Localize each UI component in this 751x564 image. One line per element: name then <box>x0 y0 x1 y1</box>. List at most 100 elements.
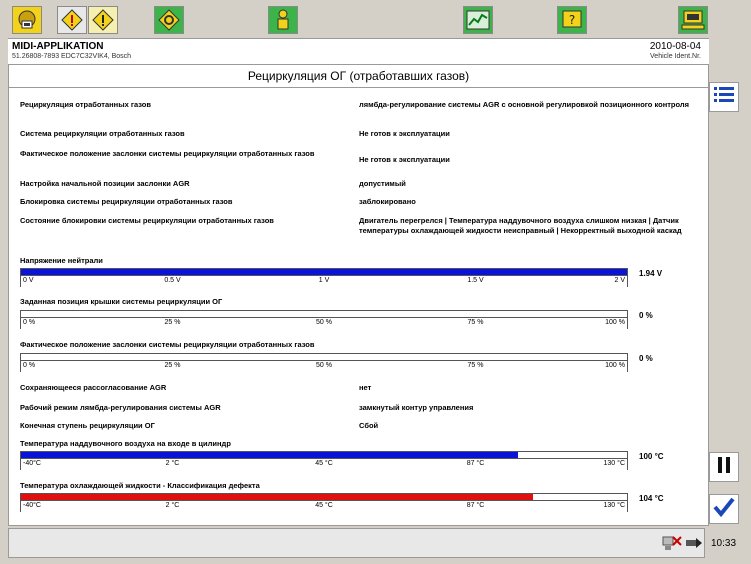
home-icon <box>16 9 38 31</box>
bar-ticks: -40°C 2 °C 45 °C 87 °C 130 °C <box>20 459 628 470</box>
param-value: допустимый <box>359 179 406 188</box>
tick-label: 130 °C <box>603 502 625 509</box>
settings-icon <box>157 8 181 32</box>
voltage-bar <box>20 268 628 276</box>
actual-position-bar <box>20 353 628 361</box>
svg-text:?: ? <box>569 13 575 27</box>
param-value: замкнутый контур управления <box>359 403 474 412</box>
tick-label: 130 °C <box>603 460 625 467</box>
application-window: ? MIDI-APPLIKATION 51.26808-7893 EDC7C32… <box>0 0 751 564</box>
tick-label: 75 % <box>467 319 484 326</box>
pause-button[interactable] <box>709 452 739 482</box>
tick-label: 100 % <box>605 362 625 369</box>
tick-label: 2 °C <box>165 460 180 467</box>
param-label: Сохраняющееся рассогласование AGR <box>20 383 167 392</box>
fault-memory-button[interactable] <box>57 6 87 34</box>
param-label: Фактическое положение заслонки системы р… <box>20 149 315 158</box>
tick-label: 50 % <box>316 319 332 326</box>
param-label: Блокировка системы рециркуляции отработа… <box>20 197 233 206</box>
tick-label: 45 °C <box>315 502 333 509</box>
bar-fill <box>21 452 518 458</box>
coolant-temp-bar <box>20 493 628 501</box>
app-header: MIDI-APPLIKATION 51.26808-7893 EDC7C32VI… <box>8 38 709 66</box>
setpoint-bar <box>20 310 628 318</box>
help-icon: ? <box>561 9 583 31</box>
home-button[interactable] <box>12 6 42 34</box>
param-value: заблокировано <box>359 197 416 206</box>
param-value: Двигатель перегрелся | Температура надду… <box>359 216 682 235</box>
tick-label: 87 °C <box>466 502 485 509</box>
person-icon <box>273 9 293 31</box>
pause-icon <box>715 455 733 480</box>
tick-label: 45 °C <box>315 460 333 467</box>
warning-icon <box>60 8 84 32</box>
bar-ticks: 0 V 0.5 V 1 V 1.5 V 2 V <box>20 276 628 287</box>
check-icon <box>712 496 736 523</box>
fault-active-button[interactable] <box>88 6 118 34</box>
confirm-button[interactable] <box>709 494 739 524</box>
tick-label: 100 % <box>605 319 625 326</box>
tick-label: -40°C <box>23 460 41 467</box>
param-value: Не готов к эксплуатации <box>359 129 450 138</box>
tick-label: 0 % <box>23 362 36 369</box>
network-icon <box>661 533 683 558</box>
chart-button[interactable] <box>463 6 493 34</box>
computer-icon <box>681 9 705 31</box>
main-content: Рециркуляция ОГ (отработавших газов) Рец… <box>8 64 709 526</box>
clock: 10:33 <box>710 537 737 549</box>
param-label: Конечная ступень рециркуляции ОГ <box>20 421 155 430</box>
app-title: MIDI-APPLIKATION <box>12 41 104 52</box>
tick-label: 1 V <box>318 277 330 284</box>
list-button[interactable] <box>709 82 739 112</box>
tick-label: 1.5 V <box>467 277 484 284</box>
bar-value: 0 % <box>639 311 653 320</box>
tick-label: 50 % <box>316 362 332 369</box>
warning-active-icon <box>91 8 115 32</box>
tick-label: -40°C <box>23 502 41 509</box>
param-value: лямбда-регулирование системы AGR с основ… <box>359 100 690 109</box>
computer-button[interactable] <box>678 6 708 34</box>
param-value: Не готов к эксплуатации <box>359 155 450 164</box>
param-label: Система рециркуляции отработанных газов <box>20 129 185 138</box>
date-label: 2010-08-04 <box>649 41 701 52</box>
disconnected-icon <box>684 535 704 556</box>
person-button[interactable] <box>268 6 298 34</box>
tick-label: 0 V <box>23 277 34 284</box>
bar-value: 0 % <box>639 354 653 363</box>
bar-fill <box>21 269 627 275</box>
bar-ticks: 0 % 25 % 50 % 75 % 100 % <box>20 361 628 372</box>
tick-label: 2 °C <box>165 502 180 509</box>
page-title: Рециркуляция ОГ (отработавших газов) <box>9 65 708 88</box>
bar-value: 100 °C <box>639 452 664 461</box>
bar-label: Температура наддувочного воздуха на вход… <box>20 439 231 448</box>
bar-label: Фактическое положение заслонки системы р… <box>20 340 315 349</box>
air-temp-bar <box>20 451 628 459</box>
param-label: Состояние блокировки системы рециркуляци… <box>20 216 274 225</box>
tick-label: 2 V <box>614 277 625 284</box>
settings-button[interactable] <box>154 6 184 34</box>
param-label: Рабочий режим лямбда-регулирования систе… <box>20 403 221 412</box>
ecu-info: 51.26808-7893 EDC7C32VIK4, Bosch <box>12 53 132 60</box>
tick-label: 87 °C <box>466 460 485 467</box>
param-value: Сбой <box>359 421 379 430</box>
list-icon <box>713 84 735 111</box>
param-label: Рециркуляция отработанных газов <box>20 100 151 109</box>
bar-label: Напряжение нейтрали <box>20 256 103 265</box>
bar-label: Температура охлаждающей жидкости - Класс… <box>20 481 260 490</box>
help-button[interactable]: ? <box>557 6 587 34</box>
bar-ticks: 0 % 25 % 50 % 75 % 100 % <box>20 318 628 329</box>
tick-label: 25 % <box>164 362 181 369</box>
tick-label: 75 % <box>467 362 484 369</box>
chart-icon <box>466 10 490 30</box>
tick-label: 25 % <box>164 319 181 326</box>
vehicle-ident-label: Vehicle Ident.Nr. <box>650 53 701 60</box>
bar-value: 1.94 V <box>639 269 663 278</box>
param-value: нет <box>359 383 372 392</box>
tick-label: 0 % <box>23 319 36 326</box>
bar-fill <box>21 494 534 500</box>
status-bar <box>8 528 705 558</box>
bar-ticks: -40°C 2 °C 45 °C 87 °C 130 °C <box>20 501 628 512</box>
bar-label: Заданная позиция крышки системы рециркул… <box>20 297 223 306</box>
tick-label: 0.5 V <box>164 277 181 284</box>
bar-value: 104 °C <box>639 494 664 503</box>
